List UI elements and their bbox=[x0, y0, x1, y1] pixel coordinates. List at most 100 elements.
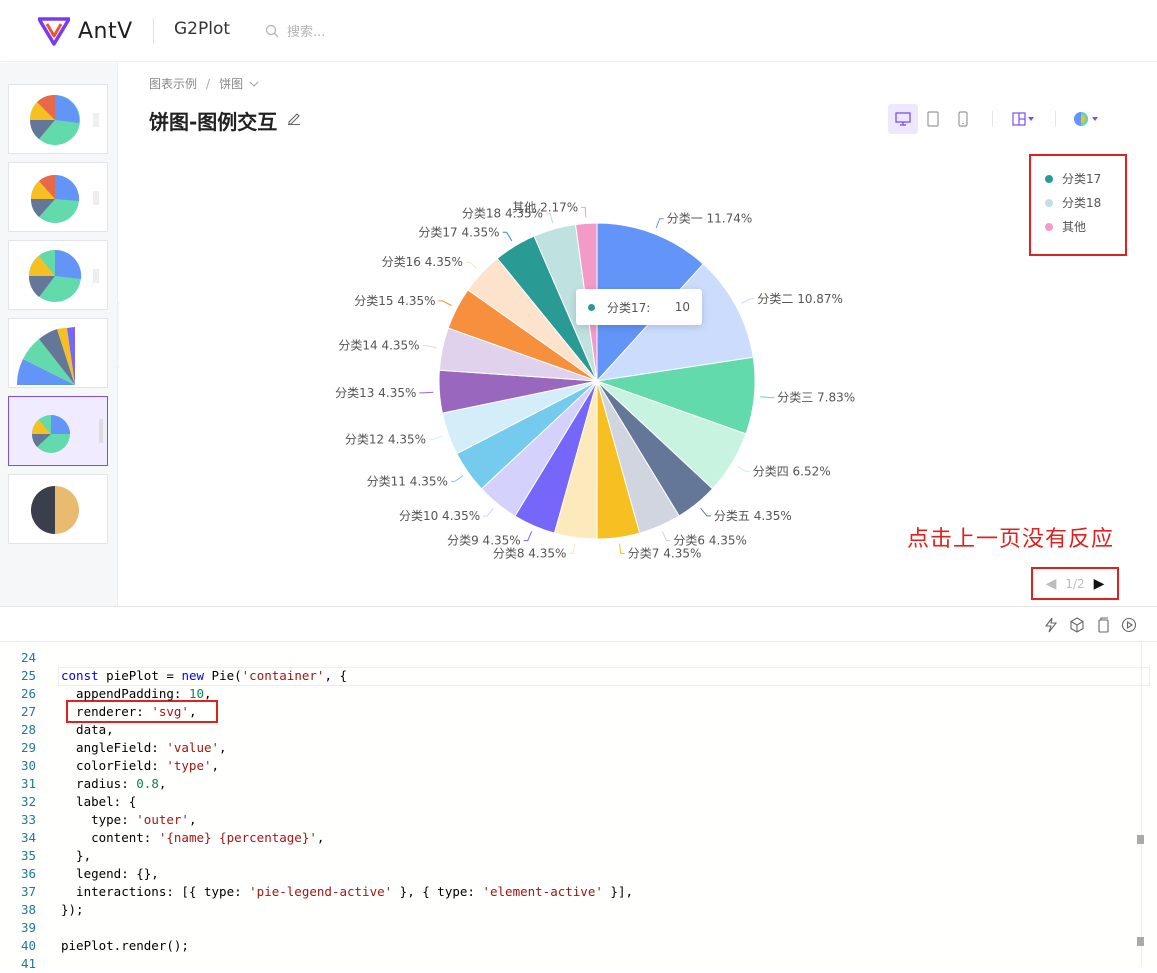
code-text: content: '{name} {percentage}', bbox=[61, 830, 325, 845]
line-number: 39 bbox=[20, 920, 36, 935]
editor-scrollbar[interactable] bbox=[1141, 643, 1157, 967]
code-line[interactable]: 39 bbox=[0, 919, 1140, 937]
code-text: }); bbox=[61, 902, 84, 917]
line-number: 26 bbox=[20, 686, 36, 701]
label-leader-line bbox=[760, 396, 775, 399]
example-thumbnail-sidebar bbox=[0, 63, 118, 606]
tooltip-value: 10 bbox=[674, 300, 690, 314]
code-line[interactable]: 40 piePlot.render(); bbox=[0, 937, 1140, 955]
play-icon[interactable] bbox=[1121, 617, 1137, 633]
code-line[interactable]: 31 radius: 0.8, bbox=[0, 775, 1140, 793]
slice-label: 分类11 4.35% bbox=[367, 474, 448, 488]
thumbnail-pie-label[interactable] bbox=[8, 162, 108, 232]
slice-label: 其他 2.17% bbox=[512, 200, 578, 214]
thumbnail-pie-legend-interaction[interactable] bbox=[8, 396, 108, 466]
pie-thumbnail-icon bbox=[29, 94, 99, 145]
codesandbox-icon[interactable] bbox=[1069, 617, 1085, 633]
label-leader-line bbox=[450, 475, 464, 482]
search-box[interactable]: 搜索... bbox=[265, 21, 325, 40]
slice-label: 分类二 10.87% bbox=[757, 292, 843, 306]
code-line[interactable]: 41 bbox=[0, 955, 1140, 973]
editor-toolbar bbox=[0, 606, 1157, 642]
line-number: 33 bbox=[20, 812, 36, 827]
label-leader-line bbox=[741, 298, 755, 304]
code-line[interactable]: 25 const piePlot = new Pie('container', { bbox=[0, 667, 1140, 685]
code-text: angleField: 'value', bbox=[61, 740, 227, 755]
code-text: appendPadding: 10, bbox=[61, 686, 212, 701]
code-line[interactable]: 34 content: '{name} {percentage}', bbox=[0, 829, 1140, 847]
code-text: label: { bbox=[61, 794, 137, 809]
line-number: 32 bbox=[20, 794, 36, 809]
line-number: 27 bbox=[20, 704, 36, 719]
search-icon bbox=[265, 24, 279, 37]
slice-label: 分类15 4.35% bbox=[354, 294, 435, 308]
antv-logo[interactable]: AntV bbox=[38, 16, 133, 46]
code-line[interactable]: 33 type: 'outer', bbox=[0, 811, 1140, 829]
label-leader-line bbox=[502, 231, 513, 242]
code-text: legend: {}, bbox=[61, 866, 159, 881]
label-leader-line bbox=[429, 435, 443, 440]
top-navbar: AntV G2Plot 搜索... bbox=[0, 0, 1157, 62]
pie-thumbnail-icon bbox=[28, 249, 99, 302]
thumbnail-pie-sector[interactable] bbox=[8, 318, 108, 388]
line-number: 29 bbox=[20, 740, 36, 755]
search-input[interactable]: 搜索... bbox=[287, 21, 325, 40]
legend-pager: ◀ 1/2 ▶ bbox=[1031, 567, 1119, 600]
slice-label: 分类8 4.35% bbox=[493, 546, 567, 560]
label-leader-line bbox=[569, 543, 576, 554]
thumbnail-pie-inner-label[interactable] bbox=[8, 240, 108, 310]
chart-legend: 分类17 分类18 其他 bbox=[1029, 154, 1127, 256]
label-leader-line bbox=[523, 531, 533, 542]
slice-label: 分类9 4.35% bbox=[447, 534, 521, 548]
slice-label: 分类13 4.35% bbox=[335, 386, 416, 400]
annotation-text: 点击上一页没有反应 bbox=[907, 527, 1115, 552]
brand-name: AntV bbox=[78, 18, 133, 44]
line-number: 34 bbox=[20, 830, 36, 845]
copy-icon[interactable] bbox=[1095, 617, 1111, 633]
code-line[interactable]: 26 appendPadding: 10, bbox=[0, 685, 1140, 703]
label-leader-line bbox=[661, 531, 671, 542]
code-line[interactable]: 24 bbox=[0, 649, 1140, 667]
tooltip-label: 分类17: bbox=[607, 300, 651, 315]
code-text: data, bbox=[61, 722, 114, 737]
legend-item[interactable]: 其他 bbox=[1045, 218, 1086, 235]
thumbnail-pie-texture[interactable] bbox=[8, 474, 108, 544]
legend-label: 分类18 bbox=[1062, 196, 1102, 210]
line-number: 37 bbox=[20, 884, 36, 899]
slice-label: 分类16 4.35% bbox=[382, 255, 463, 269]
legend-prev-page-button[interactable]: ◀ bbox=[1046, 576, 1057, 592]
code-text: piePlot.render(); bbox=[61, 938, 189, 953]
line-number: 41 bbox=[20, 956, 36, 971]
line-number: 38 bbox=[20, 902, 36, 917]
slice-label: 分类17 4.35% bbox=[418, 225, 499, 239]
code-line[interactable]: 36 legend: {}, bbox=[0, 865, 1140, 883]
code-line[interactable]: 30 colorField: 'type', bbox=[0, 757, 1140, 775]
code-line[interactable]: 38}); bbox=[0, 901, 1140, 919]
label-leader-line bbox=[438, 300, 452, 306]
label-leader-line bbox=[736, 465, 750, 472]
code-line[interactable]: 27 renderer: 'svg', bbox=[0, 703, 1140, 721]
slice-label: 分类14 4.35% bbox=[338, 339, 419, 353]
legend-marker bbox=[1045, 222, 1053, 231]
sector-thumbnail-icon bbox=[16, 327, 75, 385]
code-editor[interactable]: 24 25 const piePlot = new Pie('container',… bbox=[0, 643, 1157, 971]
label-leader-line bbox=[546, 212, 554, 224]
line-number: 36 bbox=[20, 866, 36, 881]
code-line[interactable]: 32 label: { bbox=[0, 793, 1140, 811]
slice-label: 分类10 4.35% bbox=[399, 509, 480, 523]
legend-item[interactable]: 分类18 bbox=[1045, 194, 1101, 211]
product-name[interactable]: G2Plot bbox=[174, 19, 230, 39]
thumbnail-pie-basic[interactable] bbox=[8, 84, 108, 154]
code-line[interactable]: 37 interactions: [{ type: 'pie-legend-ac… bbox=[0, 883, 1140, 901]
legend-next-page-button[interactable]: ▶ bbox=[1094, 576, 1105, 592]
code-line[interactable]: 29 angleField: 'value', bbox=[0, 739, 1140, 757]
label-leader-line bbox=[581, 206, 587, 218]
legend-item[interactable]: 分类17 bbox=[1045, 170, 1101, 187]
line-number: 28 bbox=[20, 722, 36, 737]
slice-label: 分类7 4.35% bbox=[628, 546, 702, 560]
code-line[interactable]: 28 data, bbox=[0, 721, 1140, 739]
line-number: 30 bbox=[20, 758, 36, 773]
code-line[interactable]: 35 }, bbox=[0, 847, 1140, 865]
code-text: const piePlot = new Pie('container', { bbox=[61, 668, 348, 683]
lightning-icon[interactable] bbox=[1043, 617, 1059, 633]
